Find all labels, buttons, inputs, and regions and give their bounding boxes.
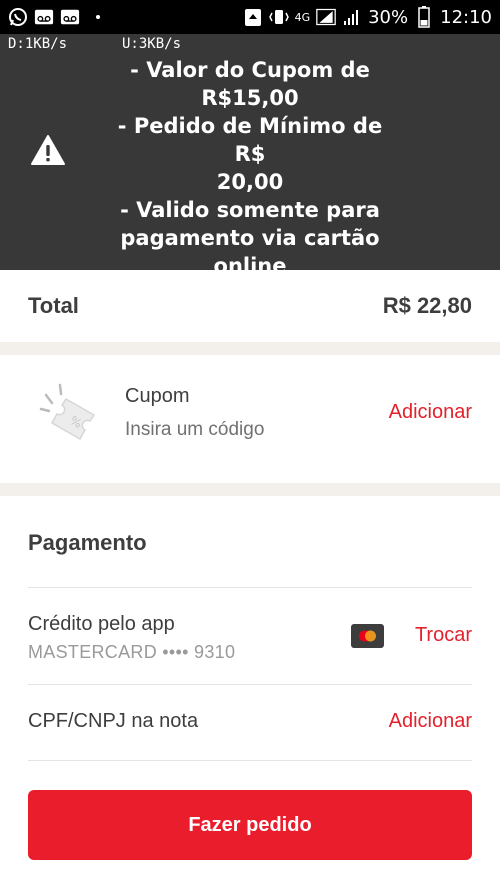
- toast-line: pagamento via cartão: [120, 226, 380, 250]
- order-total-row: Total R$ 22,80: [0, 270, 500, 342]
- coupon-section[interactable]: % Cupom Insira um código Adicionar: [0, 355, 500, 483]
- upload-speed: U:3KB/s: [122, 36, 182, 52]
- place-order-button[interactable]: Fazer pedido: [28, 790, 472, 860]
- clock: 12:10: [440, 6, 492, 28]
- cpf-label: CPF/CNPJ na nota: [28, 710, 199, 732]
- add-cpf-button[interactable]: Adicionar: [389, 710, 472, 733]
- toast-line: 20,00: [216, 170, 284, 194]
- divider-line: [28, 684, 472, 685]
- card-info: MASTERCARD •••• 9310: [28, 642, 236, 662]
- voicemail-icon: [34, 7, 54, 27]
- coupon-text: Cupom Insira um código: [125, 383, 264, 443]
- battery-icon: [414, 6, 434, 28]
- section-divider: [0, 483, 500, 496]
- network-type: 4G: [294, 10, 311, 24]
- toast-line: R$15,00: [201, 86, 299, 110]
- coupon-ticket-icon: %: [36, 381, 108, 451]
- download-speed: D:1KB/s: [8, 36, 68, 52]
- signal-icon: [316, 7, 336, 27]
- coupon-rules-toast: D:1KB/s U:3KB/s - Valor do Cupom de R$15…: [0, 34, 500, 278]
- mastercard-icon: [351, 624, 384, 648]
- section-divider: [0, 342, 500, 355]
- change-payment-button[interactable]: Trocar: [415, 624, 472, 647]
- divider-line: [28, 587, 472, 588]
- status-bar: 4G 30% 12:10: [0, 0, 500, 34]
- place-order-label: Fazer pedido: [188, 813, 312, 836]
- payment-method: Crédito pelo app MASTERCARD •••• 9310: [28, 612, 235, 664]
- divider-line: [28, 760, 472, 761]
- total-value: R$ 22,80: [382, 293, 472, 318]
- more-notifications-dot: [96, 15, 100, 19]
- add-coupon-button[interactable]: Adicionar: [389, 401, 472, 424]
- toast-message: - Valor do Cupom de R$15,00 - Pedido de …: [100, 56, 400, 280]
- total-label: Total: [28, 293, 79, 318]
- toast-line: - Valido somente para: [120, 198, 380, 222]
- recycle-icon: [243, 7, 263, 27]
- voicemail-icon: [60, 7, 80, 27]
- system-status: 4G 30% 12:10: [243, 6, 492, 28]
- whatsapp-icon: [8, 7, 28, 27]
- toast-line: - Pedido de Mínimo de R$: [117, 114, 383, 166]
- warning-icon: [30, 134, 66, 166]
- payment-title: Pagamento: [28, 530, 147, 555]
- net-speed-monitor: D:1KB/s U:3KB/s: [8, 36, 181, 52]
- coupon-subtitle: Insira um código: [125, 419, 265, 440]
- toast-line: - Valor do Cupom de: [130, 58, 370, 82]
- notification-icons: [8, 7, 100, 27]
- signal-bars-icon: [342, 7, 362, 27]
- payment-method-label: Crédito pelo app: [28, 613, 175, 635]
- battery-percent: 30%: [368, 6, 409, 28]
- coupon-title: Cupom: [125, 385, 190, 407]
- vibrate-icon: [268, 7, 289, 27]
